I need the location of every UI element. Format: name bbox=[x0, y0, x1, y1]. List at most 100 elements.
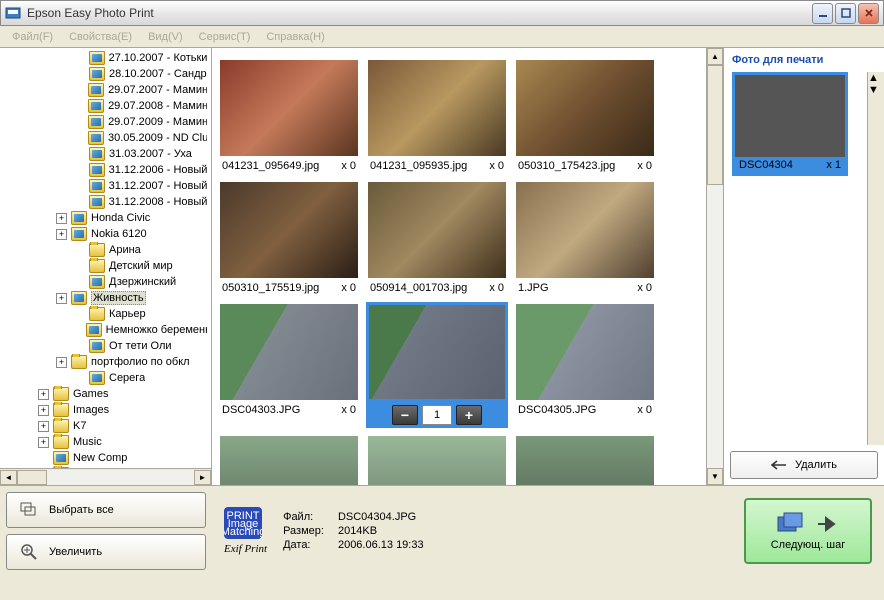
folder-icon bbox=[71, 227, 87, 241]
folder-tree[interactable]: 27.10.2007 - Котьки28.10.2007 - Сандр29.… bbox=[0, 48, 211, 468]
tree-item[interactable]: +Games bbox=[0, 386, 211, 402]
menu-file[interactable]: Файл(F) bbox=[4, 31, 61, 43]
thumb-count: x 0 bbox=[637, 404, 652, 416]
thumbnail[interactable]: DSC04305.JPGx 0 bbox=[514, 302, 656, 428]
delete-button[interactable]: Удалить bbox=[730, 451, 878, 479]
folder-icon bbox=[53, 419, 69, 433]
folder-icon bbox=[86, 323, 102, 337]
tree-item[interactable]: Детский мир bbox=[0, 258, 211, 274]
menu-properties[interactable]: Свойства(E) bbox=[61, 31, 140, 43]
thumbnail[interactable]: −+ bbox=[366, 302, 508, 428]
thumbnail[interactable] bbox=[218, 434, 360, 485]
tree-expander[interactable]: + bbox=[38, 437, 49, 448]
tree-item[interactable]: New Comp bbox=[0, 450, 211, 466]
tree-expander bbox=[74, 341, 85, 352]
thumb-count: x 0 bbox=[637, 160, 652, 172]
close-button[interactable] bbox=[858, 3, 879, 24]
tree-item[interactable]: 30.05.2009 - ND Clu bbox=[0, 130, 211, 146]
tree-item[interactable]: 27.10.2007 - Котьки bbox=[0, 50, 211, 66]
folder-icon bbox=[71, 211, 87, 225]
magnifier-icon bbox=[19, 542, 39, 562]
print-vscrollbar[interactable]: ▲▼ bbox=[867, 72, 884, 445]
folder-icon bbox=[71, 291, 87, 305]
svg-text:Matching: Matching bbox=[224, 526, 262, 538]
tree-item[interactable]: Арина bbox=[0, 242, 211, 258]
maximize-button[interactable] bbox=[835, 3, 856, 24]
tree-item[interactable]: 28.10.2007 - Сандр bbox=[0, 66, 211, 82]
tree-item[interactable]: +Живность bbox=[0, 290, 211, 306]
tree-item[interactable]: Карьер bbox=[0, 306, 211, 322]
folder-icon bbox=[53, 387, 69, 401]
tree-expander bbox=[73, 133, 84, 144]
tree-item[interactable]: +Nokia 6120 bbox=[0, 226, 211, 242]
tree-item-label: 29.07.2009 - Мамин bbox=[108, 116, 207, 128]
info-panel: PRINTImageMatching Exif Print Файл: DSC0… bbox=[212, 485, 884, 576]
tree-item[interactable]: Немножко беременн bbox=[0, 322, 211, 338]
tree-item[interactable]: 31.12.2007 - Новый bbox=[0, 178, 211, 194]
tree-item[interactable]: + K7 bbox=[0, 418, 211, 434]
tree-item-label: 30.05.2009 - ND Clu bbox=[108, 132, 207, 144]
size-label: Размер: bbox=[283, 525, 324, 537]
tree-item[interactable]: 29.07.2007 - Мамин bbox=[0, 82, 211, 98]
file-label: Файл: bbox=[283, 511, 324, 523]
qty-input[interactable] bbox=[422, 405, 452, 425]
print-thumb-image bbox=[735, 75, 845, 157]
thumb-filename: 1.JPG bbox=[518, 282, 549, 294]
minimize-button[interactable] bbox=[812, 3, 833, 24]
tree-item[interactable]: 29.07.2009 - Мамин bbox=[0, 114, 211, 130]
menu-view[interactable]: Вид(V) bbox=[140, 31, 191, 43]
print-queue-item[interactable]: DSC04304 x 1 bbox=[732, 72, 848, 176]
thumb-vscrollbar[interactable]: ▲▼ bbox=[706, 48, 723, 485]
tree-expander[interactable]: + bbox=[38, 405, 49, 416]
tree-hscrollbar[interactable]: ◄► bbox=[0, 468, 211, 485]
tree-item[interactable]: Серега bbox=[0, 370, 211, 386]
thumbnail[interactable]: 050310_175423.jpg x 0 bbox=[514, 58, 656, 174]
tree-expander[interactable]: + bbox=[56, 229, 67, 240]
thumb-filename: 050310_175423.jpg bbox=[518, 160, 615, 172]
folder-icon bbox=[53, 403, 69, 417]
qty-minus-button[interactable]: − bbox=[392, 405, 418, 425]
tree-item[interactable]: Дзержинский bbox=[0, 274, 211, 290]
thumbnail[interactable] bbox=[514, 434, 656, 485]
thumb-count: x 0 bbox=[489, 160, 504, 172]
thumb-filename: 050914_001703.jpg bbox=[370, 282, 467, 294]
thumbnail[interactable]: 050310_175519.jpgx 0 bbox=[218, 180, 360, 296]
tree-item[interactable]: +портфолио по обкл bbox=[0, 354, 211, 370]
tree-item[interactable]: 31.12.2008 - Новый bbox=[0, 194, 211, 210]
menu-service[interactable]: Сервис(T) bbox=[191, 31, 259, 43]
folder-icon bbox=[88, 83, 104, 97]
select-all-button[interactable]: Выбрать все bbox=[6, 492, 206, 528]
next-step-button[interactable]: Следующ. шаг bbox=[744, 498, 872, 564]
qty-plus-button[interactable]: + bbox=[456, 405, 482, 425]
menu-help[interactable]: Справка(H) bbox=[258, 31, 332, 43]
print-queue-panel: Фото для печати DSC04304 x 1 ▲▼ Удалить bbox=[724, 48, 884, 485]
thumbnail[interactable]: 1.JPGx 0 bbox=[514, 180, 656, 296]
tree-item[interactable]: +Music bbox=[0, 434, 211, 450]
thumb-count: x 0 bbox=[341, 404, 356, 416]
tree-expander[interactable]: + bbox=[38, 389, 49, 400]
tree-item[interactable]: + Honda Civic bbox=[0, 210, 211, 226]
tree-expander[interactable]: + bbox=[38, 421, 49, 432]
zoom-button[interactable]: Увеличить bbox=[6, 534, 206, 570]
tree-item-label: Детский мир bbox=[109, 260, 173, 272]
tree-item-label: Honda Civic bbox=[91, 212, 150, 224]
tree-item[interactable]: 29.07.2008 - Мамин bbox=[0, 98, 211, 114]
print-image-matching-icon: PRINTImageMatching bbox=[224, 507, 262, 539]
thumbnail[interactable]: 050914_001703.jpgx 0 bbox=[366, 180, 508, 296]
tree-expander[interactable]: + bbox=[56, 213, 67, 224]
tree-item[interactable]: +Images bbox=[0, 402, 211, 418]
tree-item-label: New Comp bbox=[73, 452, 127, 464]
print-thumb-name: DSC04304 bbox=[739, 159, 793, 171]
tree-item[interactable]: От тети Оли bbox=[0, 338, 211, 354]
tree-item-label: 27.10.2007 - Котьки bbox=[109, 52, 207, 64]
tree-item[interactable]: 31.12.2006 - Новый bbox=[0, 162, 211, 178]
tree-expander[interactable]: + bbox=[56, 293, 67, 304]
bottom-left-buttons: Выбрать все Увеличить bbox=[0, 485, 212, 576]
tree-item[interactable]: 31.03.2007 - Уха bbox=[0, 146, 211, 162]
tree-expander[interactable]: + bbox=[56, 357, 67, 368]
thumbnail[interactable]: DSC04303.JPGx 0 bbox=[218, 302, 360, 428]
thumbnail[interactable] bbox=[366, 434, 508, 485]
thumbnail[interactable]: 041231_095935.jpgx 0 bbox=[366, 58, 508, 174]
tree-item-label: K7 bbox=[73, 420, 86, 432]
thumbnail[interactable]: 041231_095649.jpgx 0 bbox=[218, 58, 360, 174]
